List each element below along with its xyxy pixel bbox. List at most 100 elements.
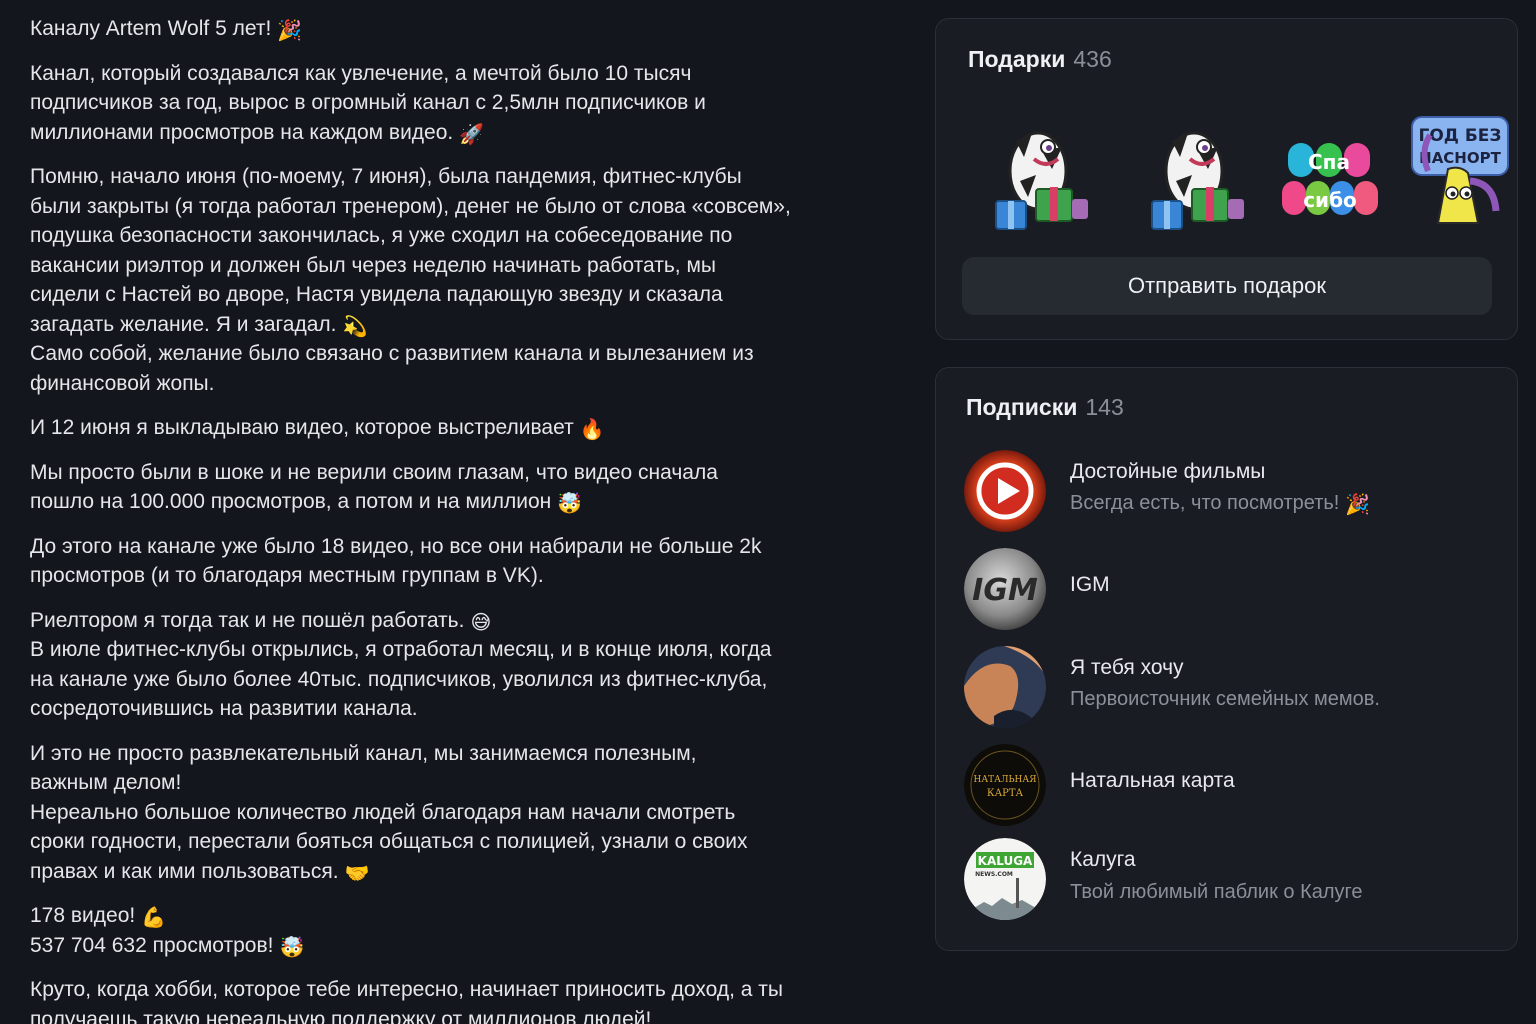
natal-logo-text: КАРТА: [987, 788, 1024, 799]
subscriptions-title-text: Подписки: [966, 394, 1078, 420]
paragraph-2: Помню, начало июня (по-моему, 7 июня), б…: [30, 162, 890, 398]
text-line: пошло на 100.000 просмотров, а потом и н…: [30, 487, 890, 517]
party-emoji: 🎉: [277, 20, 303, 42]
subscriptions-title[interactable]: Подписки 143: [966, 394, 1124, 421]
text-line: Риелтором я тогда так и не пошёл работат…: [30, 606, 890, 636]
views-count: 537 704 632 просмотров!: [30, 933, 274, 957]
kaluga-logo-text: NEWS.COM: [975, 871, 1013, 878]
zebra-gift-sticker[interactable]: [1132, 111, 1250, 237]
text-line: Мы просто были в шоке и не верили своим …: [30, 460, 718, 484]
subscription-item[interactable]: KALUGA NEWS.COM Калуга Твой любимый пабл…: [964, 838, 1504, 922]
zebra-gift-sticker[interactable]: [976, 111, 1094, 237]
paragraph-5: До этого на канале уже было 18 видео, но…: [30, 532, 890, 591]
sticker-text: сибо: [1303, 188, 1357, 212]
text-line: 178 видео! 💪: [30, 901, 890, 931]
gifts-title-text: Подарки: [968, 46, 1066, 72]
handshake-emoji: 🤝: [344, 862, 370, 885]
text-line: подушка безопасности закончилась, я уже …: [30, 224, 733, 247]
subscription-desc-text: Всегда есть, что посмотреть!: [1070, 492, 1340, 514]
paragraph-3: И 12 июня я выкладываю видео, которое вы…: [30, 413, 890, 443]
subscription-item[interactable]: Достойные фильмы Всегда есть, что посмот…: [964, 450, 1504, 534]
subscriptions-count: 143: [1085, 394, 1124, 420]
text-line: Помню, начало июня (по-моему, 7 июня), б…: [30, 165, 742, 188]
text-line: 537 704 632 просмотров! 🤯: [30, 931, 890, 961]
post-text: Каналу Artem Wolf 5 лет! 🎉 Канал, который…: [30, 14, 890, 1024]
sticker-text: Спа: [1308, 150, 1350, 174]
gifts-title[interactable]: Подарки 436: [968, 46, 1112, 73]
rocket-emoji: 🚀: [459, 123, 485, 146]
paragraph-1: Канал, который создавался как увлечение,…: [30, 59, 890, 148]
paragraph-4: Мы просто были в шоке и не верили своим …: [30, 458, 890, 517]
subscriptions-card: Подписки 143 Достойные фильмы Всегда ест…: [935, 367, 1518, 951]
subscription-desc: Твой любимый паблик о Калуге: [1070, 881, 1363, 903]
text-line: загадать желание. Я и загадал. 💫: [30, 310, 890, 340]
text-line: финансовой жопы.: [30, 371, 215, 395]
subscription-name: Натальная карта: [1070, 769, 1235, 792]
subscription-name: IGM: [1070, 573, 1110, 596]
sweat-smile-emoji: 😅: [470, 611, 492, 634]
fire-emoji: 🔥: [579, 419, 605, 441]
natal-logo-text: НАТАЛЬНАЯ: [974, 775, 1037, 785]
text-line: сидели с Настей во дворе, Настя увидела …: [30, 283, 723, 306]
text-line: Канал, который создавался как увлечение,…: [30, 61, 692, 85]
text-fragment: правах и как ими пользоваться.: [30, 859, 339, 883]
text-fragment: пошло на 100.000 просмотров, а потом и н…: [30, 490, 552, 513]
text-line: на канале уже было более 40тыс. подписчи…: [30, 667, 768, 691]
text-line: Нереально большое количество людей благо…: [30, 800, 736, 824]
subscription-name: Я тебя хочу: [1070, 656, 1184, 679]
subscription-item[interactable]: НАТАЛЬНАЯ КАРТА Натальная карта: [964, 744, 1504, 828]
abstract-avatar: [964, 646, 1046, 728]
post-title: Каналу Artem Wolf 5 лет! 🎉: [30, 14, 890, 44]
paragraph-stats: 178 видео! 💪 537 704 632 просмотров! 🤯: [30, 901, 890, 960]
text-line: миллионами просмотров на каждом видео. 🚀: [30, 118, 890, 148]
subscription-desc: Первоисточник семейных мемов.: [1070, 688, 1380, 710]
subscription-desc: Всегда есть, что посмотреть! 🎉: [1070, 492, 1370, 515]
text-fragment: И 12 июня я выкладываю видео, которое вы…: [30, 416, 574, 439]
subscription-name: Калуга: [1070, 848, 1136, 871]
natal-avatar: НАТАЛЬНАЯ КАРТА: [964, 744, 1046, 826]
send-gift-button[interactable]: Отправить подарок: [962, 257, 1492, 315]
text-line: сроки годности, перестали бояться общать…: [30, 830, 748, 853]
text-line: Само собой, желание было связано с разви…: [30, 342, 754, 365]
dizzy-emoji: 💫: [342, 315, 368, 338]
gifts-count: 436: [1073, 46, 1112, 72]
text-line: До этого на канале уже было 18 видео, но…: [30, 534, 762, 558]
text-line: Круто, когда хобби, которое тебе интерес…: [30, 978, 783, 1001]
text-line: подписчиков за год, вырос в огромный кан…: [30, 91, 706, 114]
igm-logo-text: IGM: [972, 573, 1038, 608]
play-avatar: [964, 450, 1046, 532]
text-fragment: загадать желание. Я и загадал.: [30, 312, 337, 336]
post-title-text: Каналу Artem Wolf 5 лет!: [30, 17, 272, 40]
god-bez-nasmorka-sticker[interactable]: ГОД БЕЗ НАСНОРТ: [1408, 111, 1512, 237]
paragraph-6: Риелтором я тогда так и не пошёл работат…: [30, 606, 890, 724]
subscription-item[interactable]: IGM IGM: [964, 548, 1504, 632]
text-line: вакансии риэлтор и должен был через неде…: [30, 253, 716, 277]
sticker-text: НАСНОРТ: [1419, 149, 1501, 167]
muscle-emoji: 💪: [141, 907, 167, 929]
subscription-name: Достойные фильмы: [1070, 460, 1266, 483]
paragraph-7: И это не просто развлекательный канал, м…: [30, 739, 890, 887]
text-line: И 12 июня я выкладываю видео, которое вы…: [30, 413, 890, 443]
text-line: И это не просто развлекательный канал, м…: [30, 741, 697, 765]
text-line: были закрыты (я тогда работал тренером),…: [30, 194, 791, 218]
exploding-head-emoji: 🤯: [557, 493, 583, 515]
page: Каналу Artem Wolf 5 лет! 🎉 Канал, который…: [0, 0, 1536, 1024]
text-line: важным делом!: [30, 771, 182, 794]
subscription-item[interactable]: Я тебя хочу Первоисточник семейных мемов…: [964, 646, 1504, 730]
paragraph-9: Круто, когда хобби, которое тебе интерес…: [30, 975, 890, 1024]
kaluga-avatar: KALUGA NEWS.COM: [964, 838, 1046, 920]
party-emoji: 🎉: [1345, 494, 1371, 516]
text-line: В июле фитнес-клубы открылись, я отработ…: [30, 638, 772, 661]
igm-avatar: IGM: [964, 548, 1046, 630]
gifts-card: Подарки 436 Спа сибо ГОД БЕЗ НАСНОРТ Отп…: [935, 18, 1518, 340]
text-line: правах и как ими пользоваться. 🤝: [30, 857, 890, 887]
kaluga-logo-text: KALUGA: [978, 854, 1033, 868]
text-line: сосредоточившись на развитии канала.: [30, 697, 418, 720]
text-line: просмотров (и то благодаря местным групп…: [30, 564, 544, 587]
text-fragment: Риелтором я тогда так и не пошёл работат…: [30, 608, 465, 632]
text-fragment: миллионами просмотров на каждом видео.: [30, 120, 454, 144]
text-line: получаешь такую нереальную поддержку от …: [30, 1007, 652, 1024]
spa-sibo-sticker[interactable]: Спа сибо: [1274, 111, 1392, 237]
gifts-row: Спа сибо ГОД БЕЗ НАСНОРТ: [976, 111, 1516, 241]
exploding-head-emoji: 🤯: [279, 936, 305, 959]
